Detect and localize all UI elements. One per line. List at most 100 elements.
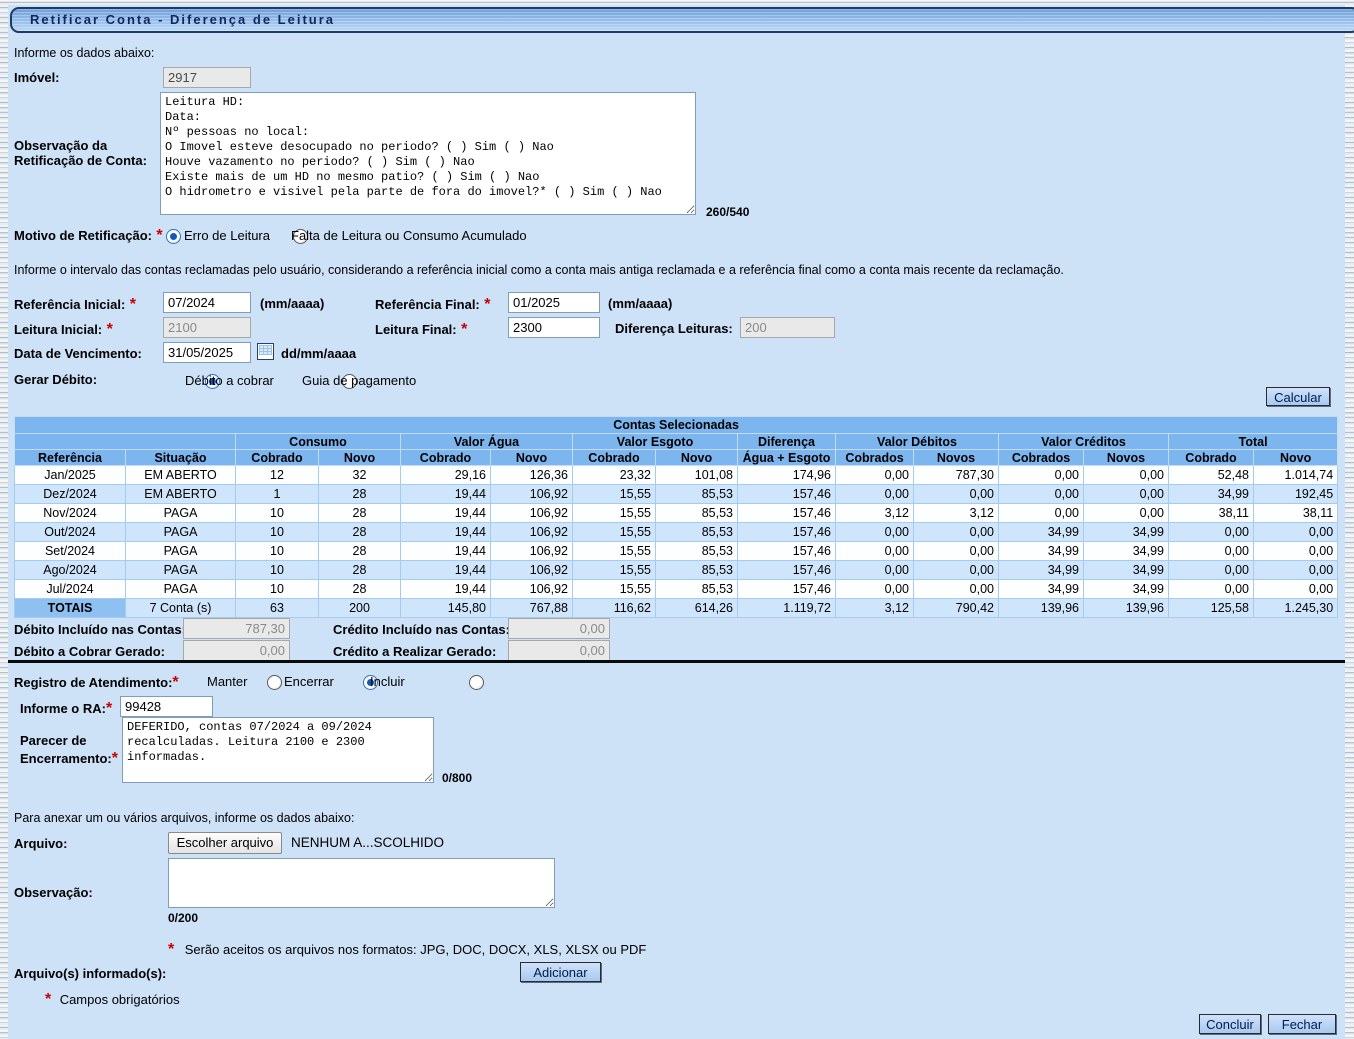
table-cell: Jan/2025	[15, 466, 126, 485]
table-cell: 0,00	[1084, 485, 1169, 504]
table-cell: PAGA	[126, 580, 236, 599]
group-header-valor-debitos: Valor Débitos	[836, 434, 999, 450]
table-cell: 63	[236, 599, 319, 618]
table-cell: 0,00	[1169, 523, 1254, 542]
leitura-inicial-label-wrap: Leitura Inicial: *	[14, 321, 113, 339]
col-diferenca-agua-esgoto: Água + Esgoto	[738, 450, 836, 466]
fechar-button[interactable]: Fechar	[1268, 1014, 1336, 1034]
radio-guia-de-pagamento-label[interactable]: Guia de pagamento	[302, 373, 416, 388]
vencimento-label: Data de Vencimento:	[14, 346, 142, 361]
table-cell: 0,00	[836, 485, 914, 504]
table-cell: 29,16	[401, 466, 491, 485]
table-cell: 101,08	[656, 466, 738, 485]
table-sub-header-row: Referência Situação Cobrado Novo Cobrado…	[15, 450, 1338, 466]
parecer-asterisk: *	[112, 750, 118, 767]
motivo-required-asterisk: *	[156, 227, 162, 244]
table-cell: 19,44	[401, 542, 491, 561]
escolher-arquivo-button[interactable]: Escolher arquivo	[168, 832, 282, 854]
col-total-novo: Novo	[1254, 450, 1338, 466]
conta-row: Set/2024PAGA102819,44106,9215,5585,53157…	[15, 542, 1338, 561]
table-cell: 10	[236, 504, 319, 523]
table-cell: 106,92	[491, 523, 573, 542]
observacao-arquivo-label: Observação:	[14, 885, 93, 900]
radio-encerrar-label[interactable]: Encerrar	[284, 674, 334, 689]
table-cell: 0,00	[1169, 561, 1254, 580]
diferenca-leituras-input[interactable]	[740, 317, 835, 338]
ra-label-wrap: Informe o RA:*	[20, 700, 112, 718]
table-cell: 790,42	[914, 599, 999, 618]
diferenca-leituras-label: Diferença Leituras:	[615, 321, 733, 336]
table-cell: 0,00	[1169, 580, 1254, 599]
table-cell: 32	[319, 466, 401, 485]
col-debitos-novos: Novos	[914, 450, 999, 466]
table-cell: 15,55	[573, 523, 656, 542]
radio-erro-de-leitura[interactable]	[166, 229, 181, 244]
credito-realizar-field[interactable]	[508, 640, 610, 661]
referencia-inicial-asterisk: *	[130, 296, 136, 313]
referencia-final-label-wrap: Referência Final: *	[375, 296, 490, 314]
table-cell: 34,99	[1084, 523, 1169, 542]
arquivo-status-text: NENHUM A...SCOLHIDO	[291, 835, 444, 850]
leitura-inicial-input[interactable]	[163, 317, 251, 338]
debito-incluido-field[interactable]	[183, 618, 290, 639]
conta-row: Ago/2024PAGA102819,44106,9215,5585,53157…	[15, 561, 1338, 580]
table-cell: 0,00	[1254, 580, 1338, 599]
credito-incluido-field[interactable]	[508, 618, 610, 639]
calcular-button[interactable]: Calcular	[1266, 387, 1330, 406]
motivo-label-wrap: Motivo de Retificação: *	[14, 227, 163, 245]
table-title: Contas Selecionadas	[15, 417, 1338, 434]
imovel-field[interactable]	[163, 67, 251, 88]
table-cell: 10	[236, 523, 319, 542]
table-cell: 85,53	[656, 580, 738, 599]
contas-table-wrap: Contas Selecionadas Consumo Valor Água V…	[14, 416, 1338, 618]
table-cell: 767,88	[491, 599, 573, 618]
table-cell: 15,55	[573, 580, 656, 599]
formats-note: Serão aceitos os arquivos nos formatos: …	[185, 942, 647, 957]
credito-realizar-label: Crédito a Realizar Gerado:	[333, 644, 496, 659]
table-cell: 0,00	[1084, 504, 1169, 523]
table-cell: PAGA	[126, 523, 236, 542]
table-cell: 0,00	[914, 561, 999, 580]
parecer-textarea[interactable]: DEFERIDO, contas 07/2024 a 09/2024 recal…	[122, 717, 434, 783]
table-cell: 157,46	[738, 504, 836, 523]
calendar-icon[interactable]	[257, 343, 274, 360]
imovel-label: Imóvel:	[14, 70, 60, 85]
table-cell: 0,00	[914, 485, 999, 504]
table-cell: 157,46	[738, 542, 836, 561]
table-cell: 157,46	[738, 561, 836, 580]
referencia-inicial-input[interactable]	[163, 292, 251, 313]
debito-cobrar-field[interactable]	[183, 640, 290, 661]
radio-manter[interactable]	[267, 675, 282, 690]
radio-incluir[interactable]	[469, 675, 484, 690]
table-cell: 28	[319, 580, 401, 599]
contas-table-body: Jan/2025EM ABERTO123229,16126,3623,32101…	[15, 466, 1338, 618]
table-cell: 3,12	[836, 504, 914, 523]
vencimento-input[interactable]	[163, 342, 251, 363]
registro-label: Registro de Atendimento:	[14, 675, 172, 690]
radio-erro-de-leitura-label[interactable]: Erro de Leitura	[184, 228, 270, 243]
concluir-button[interactable]: Concluir	[1199, 1014, 1261, 1034]
table-cell: 0,00	[1084, 466, 1169, 485]
radio-falta-de-leitura-label[interactable]: Falta de Leitura ou Consumo Acumulado	[291, 228, 527, 243]
adicionar-button[interactable]: Adicionar	[520, 962, 601, 982]
ra-label: Informe o RA:	[20, 701, 106, 716]
radio-incluir-label[interactable]: Incluir	[370, 674, 405, 689]
col-consumo-novo: Novo	[319, 450, 401, 466]
observacao-arquivo-textarea[interactable]	[168, 858, 555, 908]
conta-row: Dez/2024EM ABERTO12819,44106,9215,5585,5…	[15, 485, 1338, 504]
parecer-label-wrap: Parecer de Encerramento:*	[20, 732, 128, 768]
col-esgoto-cobrado: Cobrado	[573, 450, 656, 466]
referencia-final-input[interactable]	[508, 292, 600, 313]
col-creditos-cobrados: Cobrados	[999, 450, 1084, 466]
table-cell: 0,00	[914, 580, 999, 599]
leitura-final-input[interactable]	[508, 317, 600, 338]
formats-note-wrap: * Serão aceitos os arquivos nos formatos…	[168, 941, 646, 959]
radio-debito-a-cobrar-label[interactable]: Débito a cobrar	[185, 373, 274, 388]
ra-input[interactable]	[120, 696, 213, 717]
observacao-retificacao-textarea[interactable]: Leitura HD: Data: Nº pessoas no local: O…	[160, 92, 696, 215]
radio-manter-label[interactable]: Manter	[207, 674, 247, 689]
table-cell: 28	[319, 485, 401, 504]
table-cell: 28	[319, 523, 401, 542]
col-situacao: Situação	[126, 450, 236, 466]
leitura-inicial-asterisk: *	[107, 321, 113, 338]
